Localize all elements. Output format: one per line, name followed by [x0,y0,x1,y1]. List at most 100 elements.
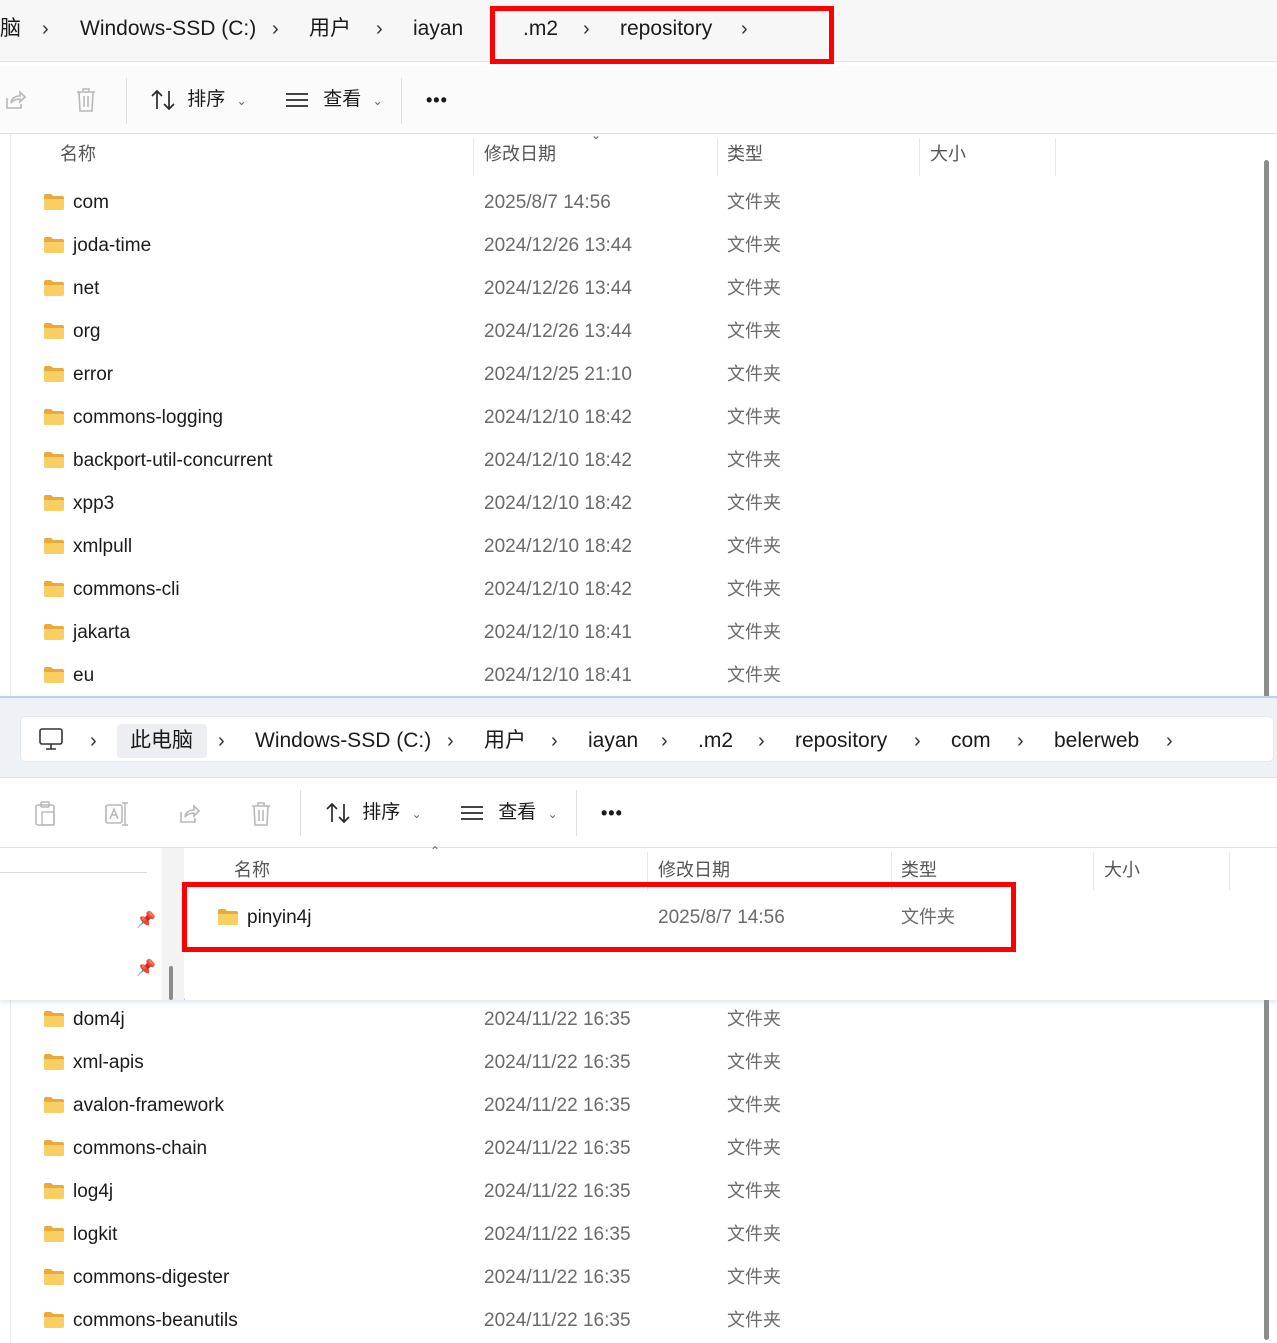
column-divider[interactable] [919,138,920,176]
chevron-right-icon[interactable]: › [90,728,97,754]
share-icon[interactable] [3,86,27,114]
column-header-size[interactable]: 大小 [1104,850,1140,890]
folder-icon [43,236,65,254]
date-modified: 2024/12/26 13:44 [484,235,632,256]
item-type: 文件夹 [727,235,781,255]
trash-icon[interactable] [249,800,273,828]
sort-button[interactable]: 排序 ⌄ [325,799,422,828]
chevron-right-icon[interactable]: › [1166,728,1173,754]
item-type: 文件夹 [727,407,781,427]
folder-icon [43,1268,65,1286]
folder-icon [43,1053,65,1071]
date-modified: 2024/12/10 18:42 [484,536,632,557]
table-row[interactable]: eu 2024/12/10 18:41 文件夹 [11,654,1251,697]
sort-caret-down-icon: ⌄ [591,128,602,142]
breadcrumb-users[interactable]: 用户 [484,728,526,754]
view-button[interactable]: 查看 ⌄ [284,86,383,115]
column-divider[interactable] [1093,852,1094,890]
sort-arrows-icon [151,89,175,111]
date-modified: 2024/12/10 18:42 [484,579,632,600]
column-divider[interactable] [1229,852,1230,890]
column-divider[interactable] [473,138,474,176]
breadcrumb-repository[interactable]: repository [795,728,887,754]
chevron-right-icon[interactable]: › [376,16,383,42]
breadcrumb-pc[interactable]: 此电脑 [130,728,193,754]
column-header-type[interactable]: 类型 [727,134,763,174]
more-options-button[interactable]: ••• [426,86,448,114]
folder-icon [43,1225,65,1243]
paste-icon[interactable] [33,800,57,828]
file-name: commons-digester [73,1267,230,1288]
more-options-button[interactable]: ••• [601,799,623,827]
breadcrumb-users[interactable]: 用户 [309,16,351,42]
date-modified: 2024/12/26 13:44 [484,278,632,299]
table-row[interactable]: avalon-framework 2024/11/22 16:35 文件夹 [11,1084,1251,1127]
folder-icon [43,494,65,512]
chevron-right-icon[interactable]: › [272,16,279,42]
table-row[interactable]: xmlpull 2024/12/10 18:42 文件夹 [11,525,1251,568]
chevron-right-icon[interactable]: › [661,728,668,754]
file-name: xmlpull [73,536,133,557]
breadcrumb-m2[interactable]: .m2 [698,728,733,754]
table-row[interactable]: commons-beanutils 2024/11/22 16:35 文件夹 [11,1299,1251,1342]
chevron-right-icon[interactable]: › [758,728,765,754]
breadcrumb-drive[interactable]: Windows-SSD (C:) [80,16,256,42]
nav-scrollbar[interactable] [169,966,173,1000]
date-modified: 2024/12/25 21:10 [484,364,632,385]
breadcrumb-user[interactable]: iayan [413,16,463,42]
chevron-right-icon[interactable]: › [1017,728,1024,754]
file-name: avalon-framework [73,1095,224,1116]
sort-button[interactable]: 排序 ⌄ [150,86,247,115]
table-row[interactable]: xml-apis 2024/11/22 16:35 文件夹 [11,1041,1251,1084]
item-type: 文件夹 [727,278,781,298]
pin-icon[interactable]: 📌 [136,910,156,930]
computer-icon[interactable] [38,727,64,756]
view-lines-icon [461,806,483,820]
folder-icon [43,1311,65,1329]
folder-icon [43,279,65,297]
chevron-down-icon: ⌄ [547,807,558,821]
chevron-right-icon[interactable]: › [218,728,225,754]
column-header-name[interactable]: 名称 [60,134,96,174]
chevron-right-icon[interactable]: › [551,728,558,754]
breadcrumb-user[interactable]: iayan [588,728,638,754]
table-row[interactable]: com 2025/8/7 14:56 文件夹 [11,181,1251,224]
table-row[interactable]: commons-digester 2024/11/22 16:35 文件夹 [11,1256,1251,1299]
rename-icon[interactable] [104,800,130,828]
breadcrumb-pc-partial[interactable]: 脑 [0,16,21,42]
table-row[interactable]: net 2024/12/26 13:44 文件夹 [11,267,1251,310]
table-row[interactable]: jakarta 2024/12/10 18:41 文件夹 [11,611,1251,654]
view-label: 查看 [323,89,362,110]
pin-icon[interactable]: 📌 [136,958,156,978]
column-divider[interactable] [1055,138,1056,176]
chevron-right-icon[interactable]: › [447,728,454,754]
table-row[interactable]: logkit 2024/11/22 16:35 文件夹 [11,1213,1251,1256]
view-button[interactable]: 查看 ⌄ [459,799,558,828]
table-row[interactable]: org 2024/12/26 13:44 文件夹 [11,310,1251,353]
toolbar-divider [401,78,402,124]
table-row[interactable]: dom4j 2024/11/22 16:35 文件夹 [11,998,1251,1041]
trash-icon[interactable] [74,86,98,114]
date-modified: 2024/12/10 18:41 [484,622,632,643]
table-row[interactable]: xpp3 2024/12/10 18:42 文件夹 [11,482,1251,525]
item-type: 文件夹 [727,622,781,642]
date-modified: 2024/11/22 16:35 [484,1138,631,1159]
column-divider[interactable] [717,138,718,176]
breadcrumb-com[interactable]: com [951,728,991,754]
breadcrumb-drive[interactable]: Windows-SSD (C:) [255,728,431,754]
breadcrumb-belerweb[interactable]: belerweb [1054,728,1139,754]
table-row[interactable]: joda-time 2024/12/26 13:44 文件夹 [11,224,1251,267]
table-row[interactable]: error 2024/12/25 21:10 文件夹 [11,353,1251,396]
column-header-size[interactable]: 大小 [930,134,966,174]
table-row[interactable]: commons-chain 2024/11/22 16:35 文件夹 [11,1127,1251,1170]
file-name: joda-time [73,235,152,256]
table-row[interactable]: commons-cli 2024/12/10 18:42 文件夹 [11,568,1251,611]
table-row[interactable]: log4j 2024/11/22 16:35 文件夹 [11,1170,1251,1213]
file-name: backport-util-concurrent [73,450,273,471]
column-header-modified[interactable]: 修改日期 [484,134,556,174]
chevron-right-icon[interactable]: › [42,16,49,42]
chevron-right-icon[interactable]: › [914,728,921,754]
table-row[interactable]: commons-logging 2024/12/10 18:42 文件夹 [11,396,1251,439]
share-icon[interactable] [177,800,201,828]
table-row[interactable]: backport-util-concurrent 2024/12/10 18:42… [11,439,1251,482]
